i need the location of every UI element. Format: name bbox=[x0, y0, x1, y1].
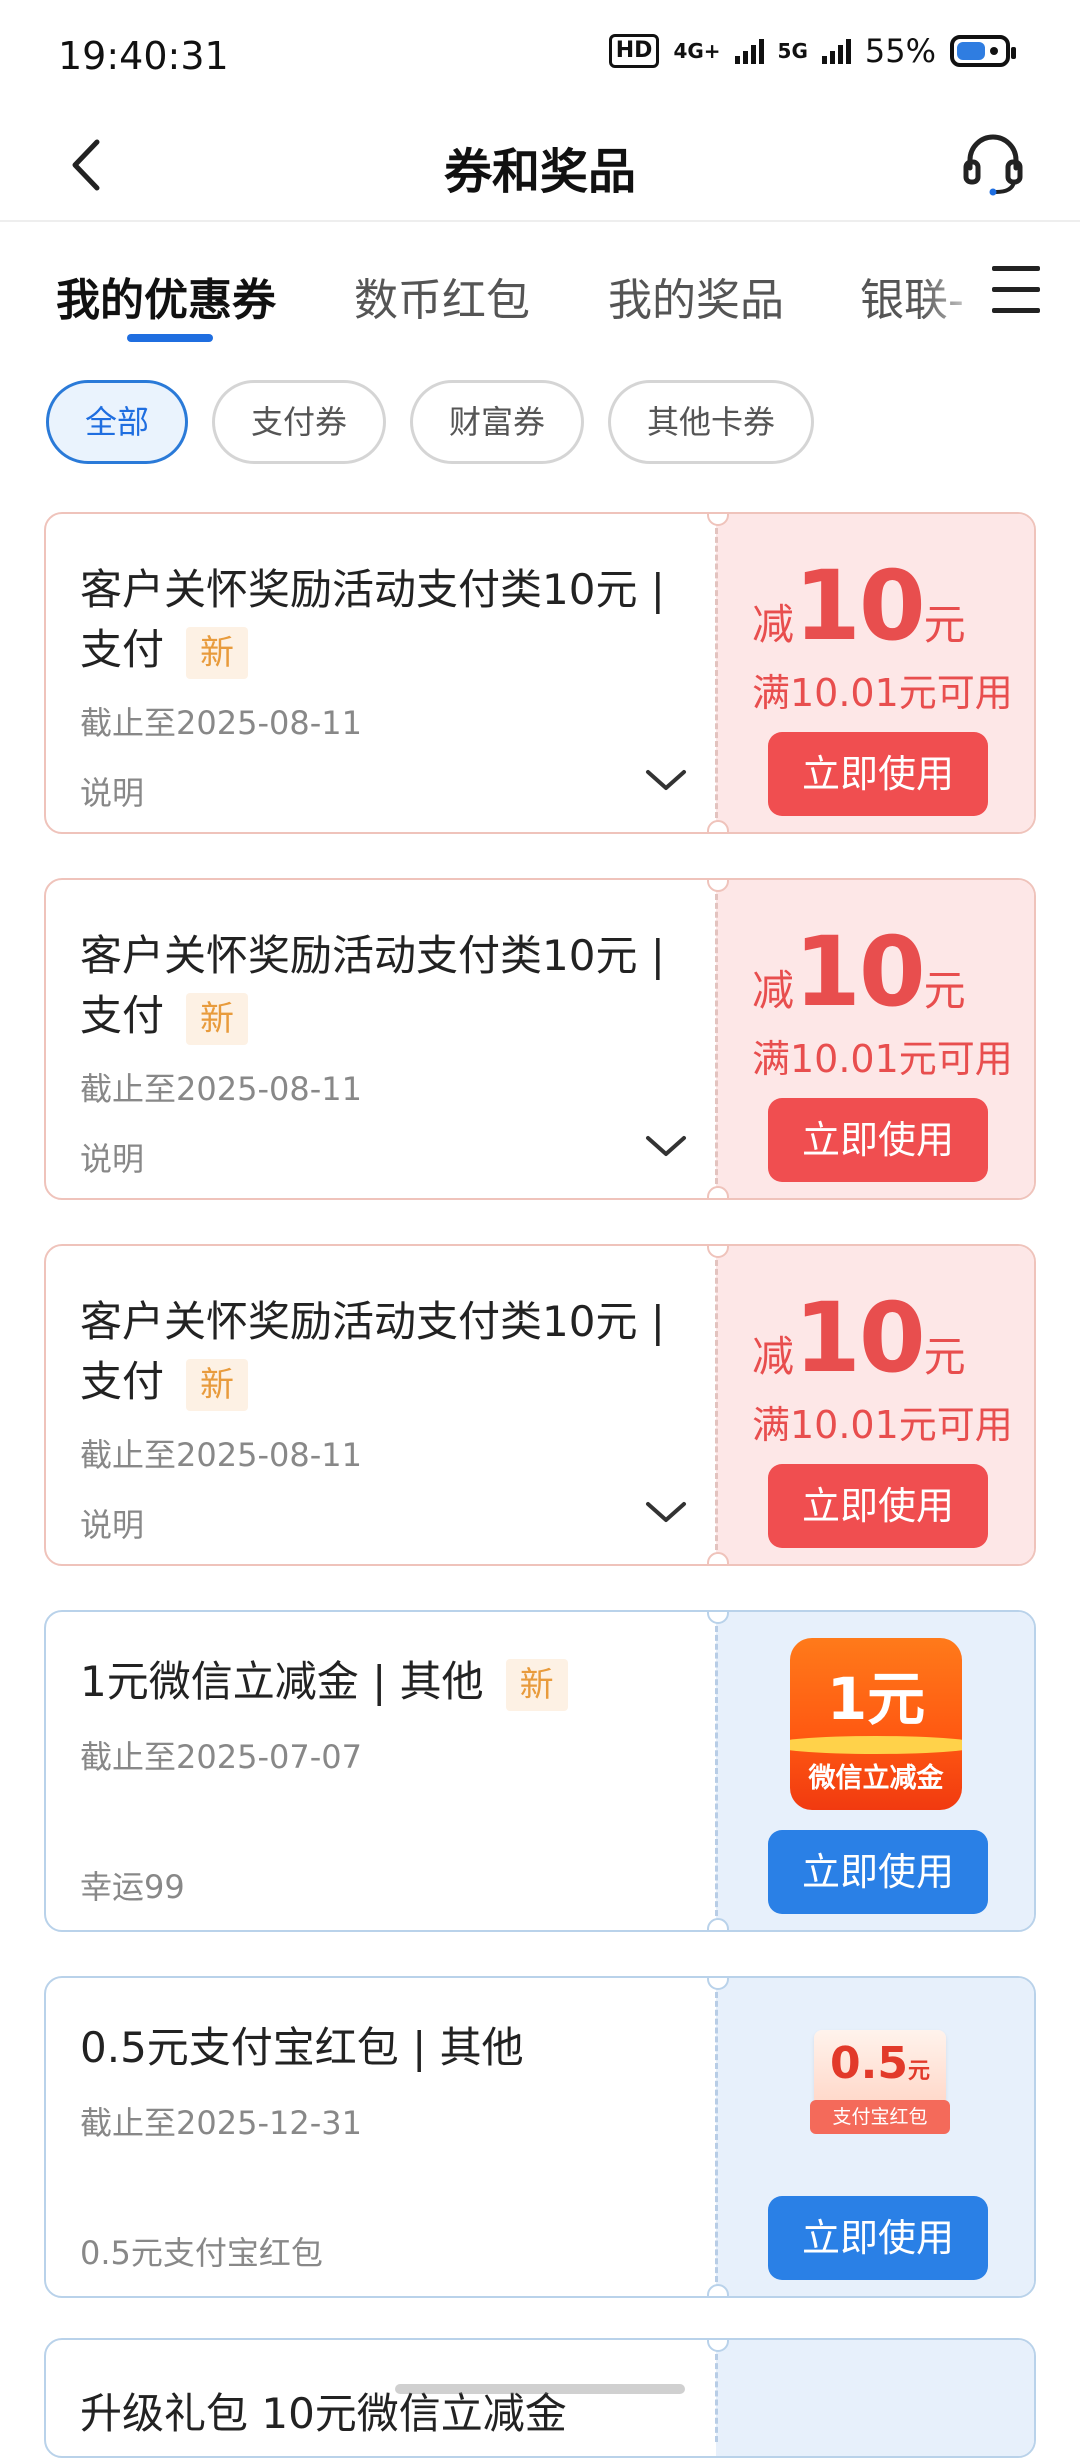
prize-expiry: 截止至2025-07-07 bbox=[80, 1738, 362, 1776]
new-badge: 新 bbox=[505, 1658, 568, 1711]
battery-percent: 55% bbox=[864, 32, 936, 70]
sim1-network-label: 4G+ bbox=[673, 39, 721, 63]
prize-expiry: 截止至2025-12-31 bbox=[80, 2104, 362, 2142]
coupon-amount: 减10元 bbox=[752, 916, 966, 1028]
battery-icon bbox=[950, 35, 1016, 67]
use-now-button[interactable]: 立即使用 bbox=[768, 732, 988, 816]
filter-wealth[interactable]: 财富券 bbox=[410, 380, 585, 464]
prize-source-label: 0.5元支付宝红包 bbox=[80, 2234, 323, 2272]
prize-title: 1元微信立减金 | 其他新 bbox=[80, 1652, 680, 1712]
prize-title: 0.5元支付宝红包 | 其他 bbox=[80, 2023, 524, 2072]
tab-bar: 我的优惠券 数币红包 我的奖品 银联- bbox=[0, 222, 1080, 342]
status-icons: HD 4G+ 5G 55% bbox=[608, 32, 1016, 70]
wechat-voucher-image: 1元 微信立减金 bbox=[790, 1638, 962, 1810]
tab-my-prizes[interactable]: 我的奖品 bbox=[608, 264, 784, 328]
coupon-expiry: 截止至2025-08-11 bbox=[80, 1436, 362, 1474]
chevron-down-icon[interactable] bbox=[644, 1498, 688, 1526]
coupon-expiry: 截止至2025-08-11 bbox=[80, 704, 362, 742]
coupon-title: 客户关怀奖励活动支付类10元 | 支付新 bbox=[80, 926, 680, 1046]
new-badge: 新 bbox=[186, 992, 249, 1045]
filter-payment[interactable]: 支付券 bbox=[212, 380, 387, 464]
prize-card[interactable]: 升级礼包 10元微信立减金 bbox=[44, 2338, 1036, 2458]
filter-other[interactable]: 其他卡券 bbox=[608, 380, 815, 464]
headset-icon bbox=[963, 134, 1023, 196]
tab-menu-button[interactable] bbox=[988, 260, 1044, 320]
filter-chips: 全部 支付券 财富券 其他卡券 bbox=[46, 380, 815, 464]
coupon-title: 客户关怀奖励活动支付类10元 | 支付新 bbox=[80, 1292, 680, 1412]
tab-my-coupons[interactable]: 我的优惠券 bbox=[56, 264, 276, 328]
coupon-expiry: 截止至2025-08-11 bbox=[80, 1070, 362, 1108]
coupon-card[interactable]: 客户关怀奖励活动支付类10元 | 支付新 截止至2025-08-11 说明 减1… bbox=[44, 878, 1036, 1200]
new-badge: 新 bbox=[186, 1358, 249, 1411]
hd-icon: HD bbox=[608, 34, 660, 68]
coupon-amount: 减10元 bbox=[752, 1282, 966, 1394]
prize-card[interactable]: 0.5元支付宝红包 | 其他 截止至2025-12-31 0.5元支付宝红包 0… bbox=[44, 1976, 1036, 2298]
use-now-button[interactable]: 立即使用 bbox=[768, 2196, 988, 2280]
signal-bars-icon bbox=[734, 38, 764, 64]
app-header: 券和奖品 bbox=[0, 110, 1080, 222]
customer-service-button[interactable] bbox=[958, 128, 1028, 198]
chevron-down-icon[interactable] bbox=[644, 1132, 688, 1160]
coupon-condition: 满10.01元可用 bbox=[752, 1403, 1013, 1447]
chevron-down-icon[interactable] bbox=[644, 766, 688, 794]
page-title: 券和奖品 bbox=[443, 144, 636, 200]
use-now-button[interactable]: 立即使用 bbox=[768, 1464, 988, 1548]
coupon-title: 客户关怀奖励活动支付类10元 | 支付新 bbox=[80, 560, 680, 680]
active-tab-indicator bbox=[127, 334, 213, 342]
status-bar: 19:40:31 HD 4G+ 5G 55% bbox=[0, 0, 1080, 110]
coupon-condition: 满10.01元可用 bbox=[752, 671, 1013, 715]
use-now-button[interactable]: 立即使用 bbox=[768, 1098, 988, 1182]
coupon-description-label[interactable]: 说明 bbox=[80, 1500, 144, 1546]
new-badge: 新 bbox=[186, 626, 249, 679]
alipay-red-packet-image: 0.5元 支付宝红包 bbox=[810, 2030, 950, 2138]
signal-bars-icon bbox=[821, 38, 851, 64]
tab-digital-red-packet[interactable]: 数币红包 bbox=[354, 264, 530, 328]
coupon-card[interactable]: 客户关怀奖励活动支付类10元 | 支付新 截止至2025-08-11 说明 减1… bbox=[44, 512, 1036, 834]
sim2-network-label: 5G bbox=[777, 39, 808, 63]
coupon-condition: 满10.01元可用 bbox=[752, 1037, 1013, 1081]
coupon-card[interactable]: 客户关怀奖励活动支付类10元 | 支付新 截止至2025-08-11 说明 减1… bbox=[44, 1244, 1036, 1566]
coupon-description-label[interactable]: 说明 bbox=[80, 1134, 144, 1180]
use-now-button[interactable]: 立即使用 bbox=[768, 1830, 988, 1914]
prize-source-label: 幸运99 bbox=[80, 1868, 185, 1906]
filter-all[interactable]: 全部 bbox=[46, 380, 189, 464]
gesture-navigation-bar[interactable] bbox=[395, 2384, 685, 2394]
status-time: 19:40:31 bbox=[58, 34, 229, 78]
coupon-amount: 减10元 bbox=[752, 550, 966, 662]
prize-card[interactable]: 1元微信立减金 | 其他新 截止至2025-07-07 幸运99 1元 微信立减… bbox=[44, 1610, 1036, 1932]
coupon-description-label[interactable]: 说明 bbox=[80, 768, 144, 814]
